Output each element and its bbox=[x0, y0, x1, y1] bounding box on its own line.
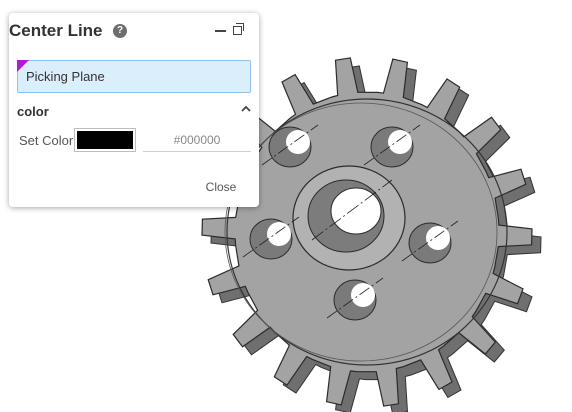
restore-icon[interactable] bbox=[233, 23, 246, 36]
bolt-hole-opening-3 bbox=[267, 222, 291, 246]
picking-plane-label: Picking Plane bbox=[26, 69, 105, 84]
bolt-hole-opening-4 bbox=[426, 226, 450, 250]
bolt-hole-opening-2 bbox=[388, 130, 412, 154]
bolt-hole-opening-1 bbox=[286, 130, 310, 154]
close-button[interactable]: Close bbox=[200, 178, 242, 196]
set-color-label: Set Color bbox=[19, 133, 74, 148]
center-bore-opening bbox=[330, 187, 382, 235]
panel-title: Center Line bbox=[9, 21, 103, 40]
chevron-up-icon[interactable] bbox=[240, 104, 252, 114]
color-section-title: color bbox=[17, 104, 49, 119]
color-swatch-fill bbox=[77, 131, 133, 149]
minimize-icon[interactable] bbox=[215, 30, 226, 32]
color-swatch[interactable] bbox=[74, 128, 136, 152]
bolt-hole-opening-5 bbox=[351, 283, 375, 307]
help-icon[interactable]: ? bbox=[113, 24, 127, 38]
hex-color-input[interactable] bbox=[143, 128, 251, 152]
